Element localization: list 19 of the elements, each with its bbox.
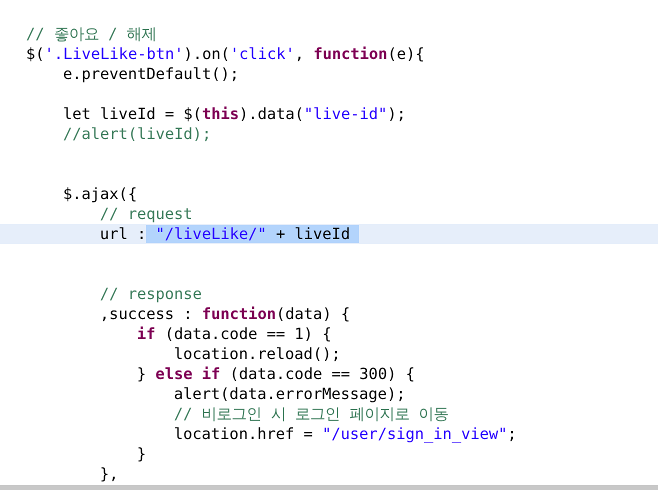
code-line: $.ajax({ [62,184,138,204]
code-line: location.href = "/user/sign_in_view"; [174,424,517,444]
code-line: ,success : function(data) { [100,304,350,324]
scrollbar[interactable] [0,485,658,490]
code-line: alert(data.errorMessage); [174,384,406,404]
code-line: let liveId = $(this).data("live-id"); [62,104,406,124]
code-line: e.preventDefault(); [62,64,240,84]
code-line: location.reload(); [174,344,341,364]
code-line: // 비로그인 시 로그인 페이지로 이동 [174,404,449,424]
code-line: // 좋아요 / 해제 [26,24,157,44]
code-line: } [136,444,146,464]
code-line: }, [100,464,118,484]
code-line: url : "/liveLike/" + liveId [100,224,360,244]
code-line: } else if (data.code == 300) { [136,364,415,384]
code-line: $('.LiveLike-btn').on('click', function(e){ [26,44,425,64]
code-line: //alert(liveId); [62,124,212,144]
code-line: // request [100,204,193,224]
code-line: if (data.code == 1) { [136,324,332,344]
code-line: // response [100,284,202,304]
